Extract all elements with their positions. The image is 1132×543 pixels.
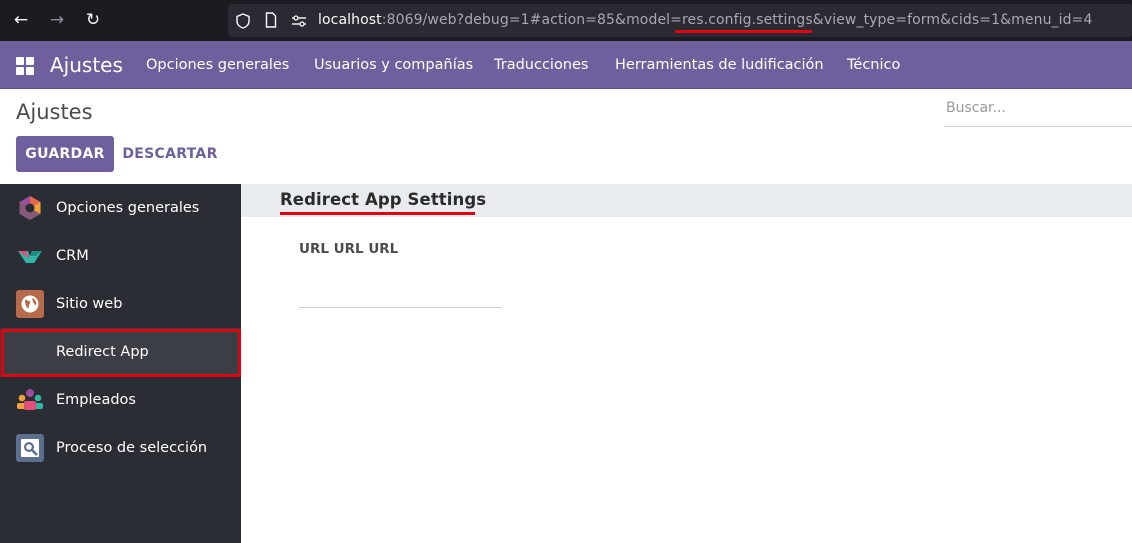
section-title: Redirect App Settings <box>280 190 487 209</box>
menu-traducciones[interactable]: Traducciones <box>494 57 588 73</box>
top-navbar: Ajustes Opciones generales Usuarios y co… <box>0 41 1132 89</box>
sidebar-item-label: Opciones generales <box>56 200 200 216</box>
menu-herramientas-ludificacion[interactable]: Herramientas de ludificación <box>615 57 824 73</box>
annotation-underline-url <box>675 30 812 33</box>
back-arrow-icon: ← <box>13 10 29 30</box>
sidebar-item-empleados[interactable]: Empleados <box>0 376 241 424</box>
sidebar-item-crm[interactable]: CRM <box>0 232 241 280</box>
menu-tecnico[interactable]: Técnico <box>847 57 900 73</box>
shield-icon[interactable] <box>236 13 250 29</box>
forward-arrow-icon: → <box>49 10 65 30</box>
browser-toolbar: ← → ↻ localhost:8069/web?debug=1#action=… <box>0 0 1132 41</box>
reload-icon: ↻ <box>85 10 101 30</box>
forward-button[interactable]: → <box>45 9 69 31</box>
crm-handshake-icon <box>18 251 42 263</box>
url-host: localhost <box>318 12 382 28</box>
url-path: :8069/web?debug=1#action=85&model=res.co… <box>381 12 1093 28</box>
sidebar-item-opciones-generales[interactable]: Opciones generales <box>0 184 241 232</box>
search-box <box>944 96 1132 127</box>
page-title: Ajustes <box>16 100 93 124</box>
annotation-underline-title <box>280 212 475 215</box>
annotation-highlight-box <box>1 329 241 377</box>
employees-icon <box>17 389 43 410</box>
sidebar-item-label: Proceso de selección <box>56 440 208 456</box>
sidebar-item-label: Empleados <box>56 392 136 408</box>
permissions-icon[interactable] <box>291 14 307 28</box>
menu-opciones-generales[interactable]: Opciones generales <box>146 57 289 73</box>
url-field-input[interactable] <box>299 286 502 308</box>
settings-hexagon-icon <box>19 196 41 220</box>
search-input[interactable] <box>946 100 1126 116</box>
app-brand[interactable]: Ajustes <box>50 53 123 77</box>
apps-menu-icon[interactable] <box>16 57 34 75</box>
save-button[interactable]: GUARDAR <box>16 136 114 172</box>
sidebar-item-proceso-seleccion[interactable]: Proceso de selección <box>0 424 241 472</box>
menu-usuarios-companias[interactable]: Usuarios y compañías <box>314 57 473 73</box>
url-field-label: URL URL URL <box>299 241 399 257</box>
sidebar-item-label: CRM <box>56 248 89 264</box>
discard-button[interactable]: DESCARTAR <box>120 136 220 172</box>
sidebar-item-sitio-web[interactable]: Sitio web <box>0 280 241 328</box>
recruitment-search-icon <box>16 434 44 462</box>
globe-icon <box>16 290 44 318</box>
page-icon[interactable] <box>265 12 277 28</box>
url-text[interactable]: localhost:8069/web?debug=1#action=85&mod… <box>318 12 1092 28</box>
sidebar-item-label: Sitio web <box>56 296 123 312</box>
reload-button[interactable]: ↻ <box>81 9 105 31</box>
back-button[interactable]: ← <box>9 9 33 31</box>
